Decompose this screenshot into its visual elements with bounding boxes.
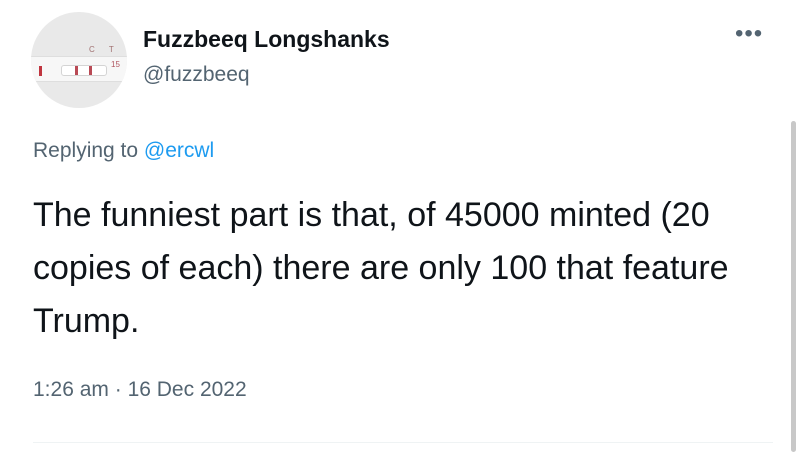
- tweet-text: The funniest part is that, of 45000 mint…: [33, 196, 729, 340]
- avatar-strip-window: [61, 65, 107, 76]
- replying-to: Replying to @ercwl: [33, 139, 214, 163]
- tweet-timestamp[interactable]: 1:26 am · 16 Dec 2022: [33, 378, 247, 402]
- tweet-detail: C T 15 Fuzzbeeq Longshanks @fuzzbeeq •••…: [0, 0, 800, 452]
- replying-to-label: Replying to: [33, 139, 139, 162]
- tweet-time[interactable]: 1:26 am: [33, 378, 109, 401]
- author-handle[interactable]: @fuzzbeeq: [143, 63, 250, 87]
- avatar-num-label: 15: [111, 60, 120, 69]
- divider: [33, 442, 773, 443]
- avatar-line-c: [75, 66, 78, 75]
- avatar-line-t: [89, 66, 92, 75]
- meta-separator: ·: [114, 378, 122, 401]
- avatar-ct-label: C T: [89, 45, 120, 54]
- tweet-date[interactable]: 16 Dec 2022: [128, 378, 247, 401]
- scrollbar[interactable]: [791, 121, 796, 452]
- avatar-mark: [39, 66, 42, 76]
- reply-mention-link[interactable]: @ercwl: [144, 139, 214, 162]
- more-options-icon[interactable]: •••: [735, 20, 763, 48]
- author-display-name[interactable]: Fuzzbeeq Longshanks: [143, 26, 390, 53]
- avatar[interactable]: C T 15: [31, 12, 127, 108]
